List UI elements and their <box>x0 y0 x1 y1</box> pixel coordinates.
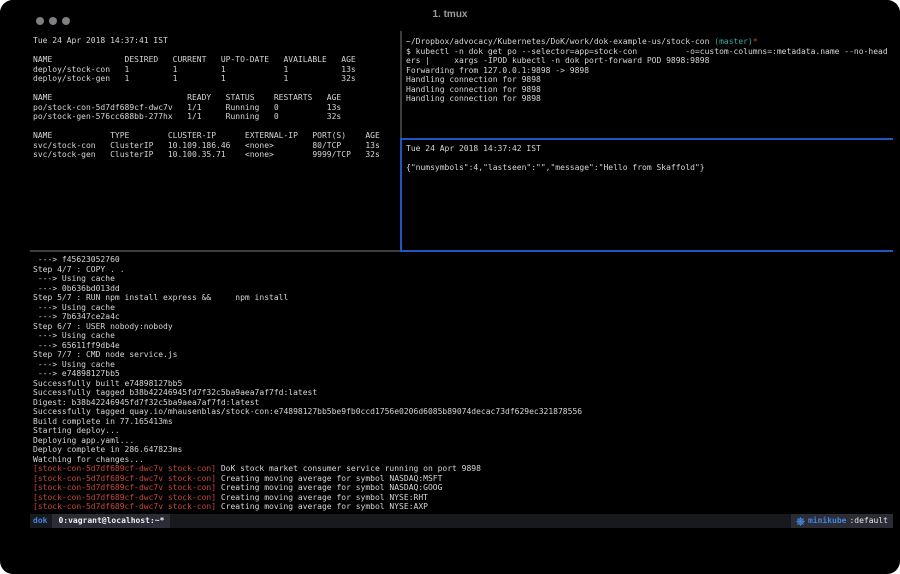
terminal-line: deploy/stock-gen 1 1 1 1 32s <box>33 74 380 84</box>
terminal-window: 1. tmux Tue 24 Apr 2018 14:37:41 IST NAM… <box>0 0 900 574</box>
terminal-line: Successfully tagged quay.io/mhausenblas/… <box>33 407 582 417</box>
terminal-line: Handling connection for 9898 <box>406 94 888 104</box>
terminal-line: ---> 7b6347ce2a4c <box>33 312 582 322</box>
kube-namespace: :default <box>849 514 888 528</box>
terminal-line: deploy/stock-con 1 1 1 1 13s <box>33 65 380 75</box>
terminal-line: Digest: b38b42246945fd7f32c5ba9aea7af7fd… <box>33 398 582 408</box>
terminal-line <box>33 84 380 94</box>
kube-context-indicator: minikube :default <box>791 514 893 528</box>
terminal-line: Forwarding from 127.0.0.1:9898 -> 9898 <box>406 66 888 76</box>
tmux-status-bar: dok 0:vagrant@localhost:~* minikube :def… <box>30 514 893 528</box>
terminal-line: ers | xargs -IPOD kubectl -n dok port-fo… <box>406 56 888 66</box>
terminal-line: ---> e74898127bb5 <box>33 369 582 379</box>
terminal-line: Starting deploy... <box>33 426 582 436</box>
terminal-line: Step 4/7 : COPY . . <box>33 265 582 275</box>
terminal-line: {"numsymbols":4,"lastseen":"","message":… <box>406 163 705 173</box>
terminal-line: Successfully built e74898127bb5 <box>33 379 582 389</box>
pane-border-vertical-active <box>400 138 402 252</box>
terminal-line: Handling connection for 9898 <box>406 85 888 95</box>
terminal-line: ---> Using cache <box>33 303 582 313</box>
terminal-line: Step 5/7 : RUN npm install express && np… <box>33 293 582 303</box>
terminal-line: Deploy complete in 286.647823ms <box>33 445 582 455</box>
kube-context-name: minikube <box>808 514 847 528</box>
terminal-line: ---> Using cache <box>33 274 582 284</box>
terminal-line: NAME READY STATUS RESTARTS AGE <box>33 93 380 103</box>
pane-border-horizontal-active-top <box>400 138 893 140</box>
terminal-line: Watching for changes... <box>33 455 582 465</box>
pane-border-horizontal-active-bottom <box>400 250 893 252</box>
terminal-line: Step 6/7 : USER nobody:nobody <box>33 322 582 332</box>
terminal-line: Step 7/7 : CMD node service.js <box>33 350 582 360</box>
terminal-line: [stock-con-5d7df689cf-dwc7v stock-con] C… <box>33 493 582 503</box>
terminal-line: [stock-con-5d7df689cf-dwc7v stock-con] D… <box>33 464 582 474</box>
terminal-line: Build complete in 77.165413ms <box>33 417 582 427</box>
pane-border-vertical-inactive <box>400 31 402 138</box>
terminal-line: Tue 24 Apr 2018 14:37:42 IST <box>406 144 705 154</box>
terminal-line: ---> Using cache <box>33 360 582 370</box>
terminal-line: [stock-con-5d7df689cf-dwc7v stock-con] C… <box>33 483 582 493</box>
terminal-line: svc/stock-con ClusterIP 10.109.186.46 <n… <box>33 141 380 151</box>
pane-border-horizontal-inactive <box>30 250 400 252</box>
tmux-session-name: dok <box>30 514 52 528</box>
terminal-line: Successfully tagged b38b42246945fd7f32c5… <box>33 388 582 398</box>
terminal-line: $ kubectl -n dok get po --selector=app=s… <box>406 47 888 57</box>
terminal-line: NAME TYPE CLUSTER-IP EXTERNAL-IP PORT(S)… <box>33 131 380 141</box>
terminal-line: po/stock-con-5d7df689cf-dwc7v 1/1 Runnin… <box>33 103 380 113</box>
pane-port-forward[interactable]: ~/Dropbox/advocacy/Kubernetes/DoK/work/d… <box>406 37 888 104</box>
terminal-line: NAME DESIRED CURRENT UP-TO-DATE AVAILABL… <box>33 55 380 65</box>
terminal-line: po/stock-gen-576cc688bb-277hx 1/1 Runnin… <box>33 112 380 122</box>
pane-skaffold-log[interactable]: ---> f45623052760Step 4/7 : COPY . . ---… <box>33 255 582 512</box>
window-title: 1. tmux <box>0 9 900 20</box>
terminal-line <box>33 122 380 132</box>
terminal-line: ~/Dropbox/advocacy/Kubernetes/DoK/work/d… <box>406 37 888 47</box>
terminal-line: ---> f45623052760 <box>33 255 582 265</box>
terminal-line: [stock-con-5d7df689cf-dwc7v stock-con] C… <box>33 502 582 512</box>
terminal-line: ---> 65611ff9db4e <box>33 341 582 351</box>
pane-http-response[interactable]: Tue 24 Apr 2018 14:37:42 IST {"numsymbol… <box>406 144 705 173</box>
terminal-line: [stock-con-5d7df689cf-dwc7v stock-con] C… <box>33 474 582 484</box>
kubernetes-helm-icon <box>796 517 805 526</box>
tmux-window-item[interactable]: 0:vagrant@localhost:~* <box>52 514 170 528</box>
terminal-line: Tue 24 Apr 2018 14:37:41 IST <box>33 36 380 46</box>
terminal-line: ---> 0b636bd013dd <box>33 284 582 294</box>
terminal-line <box>406 154 705 164</box>
terminal-line <box>33 46 380 56</box>
pane-kubectl-watch[interactable]: Tue 24 Apr 2018 14:37:41 IST NAME DESIRE… <box>33 36 380 160</box>
terminal-line: ---> Using cache <box>33 331 582 341</box>
terminal-line: Handling connection for 9898 <box>406 75 888 85</box>
terminal-line: svc/stock-gen ClusterIP 10.100.35.71 <no… <box>33 150 380 160</box>
window-titlebar: 1. tmux <box>0 0 900 30</box>
terminal-line: Deploying app.yaml... <box>33 436 582 446</box>
